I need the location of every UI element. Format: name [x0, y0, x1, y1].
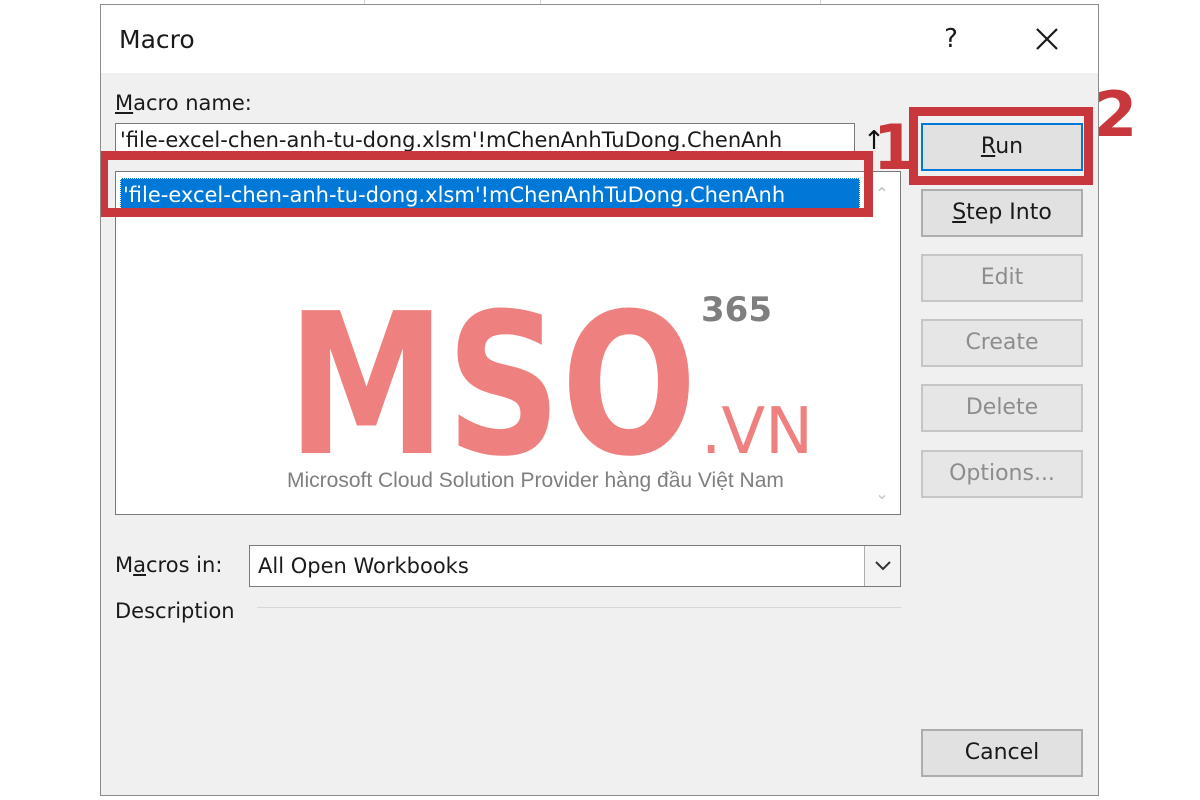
list-scrollbar[interactable]: ⌃ ⌄	[864, 172, 900, 514]
options-button[interactable]: Options...	[921, 450, 1083, 498]
cancel-button[interactable]: Cancel	[921, 729, 1083, 777]
annotation-box-1	[101, 151, 873, 217]
description-label: Description	[115, 599, 235, 623]
annotation-number-2: 2	[1094, 78, 1138, 151]
create-button[interactable]: Create	[921, 319, 1083, 367]
dialog-title: Macro	[119, 25, 195, 54]
svg-text:365: 365	[701, 290, 772, 330]
scroll-up-icon[interactable]: ⌃	[872, 184, 892, 204]
edit-button[interactable]: Edit	[921, 254, 1083, 302]
title-bar: Macro ?	[101, 5, 1098, 73]
description-separator	[257, 607, 901, 608]
svg-text:.VN: .VN	[701, 395, 813, 469]
macro-name-label: Macro name:	[115, 91, 252, 115]
watermark-tagline: Microsoft Cloud Solution Provider hàng đ…	[287, 469, 784, 492]
macros-in-select[interactable]: All Open Workbooks	[249, 545, 901, 587]
close-icon	[1036, 28, 1058, 50]
chevron-down-icon	[875, 561, 891, 571]
macro-name-value: 'file-excel-chen-anh-tu-dong.xlsm'!mChen…	[120, 128, 783, 152]
macros-in-label: Macros in:	[115, 553, 223, 577]
scroll-down-icon[interactable]: ⌄	[872, 484, 892, 504]
annotation-box-2	[909, 107, 1093, 185]
help-button[interactable]: ?	[933, 17, 969, 61]
dropdown-button[interactable]	[864, 546, 900, 586]
macros-in-value: All Open Workbooks	[258, 554, 469, 578]
annotation-number-1: 1	[873, 111, 917, 184]
macro-dialog: Macro ? Macro name: 'file-excel-chen-anh…	[100, 4, 1099, 796]
svg-text:MSO: MSO	[287, 285, 697, 500]
delete-button[interactable]: Delete	[921, 384, 1083, 432]
step-into-button[interactable]: Step Into	[921, 189, 1083, 237]
close-button[interactable]	[1021, 17, 1073, 61]
